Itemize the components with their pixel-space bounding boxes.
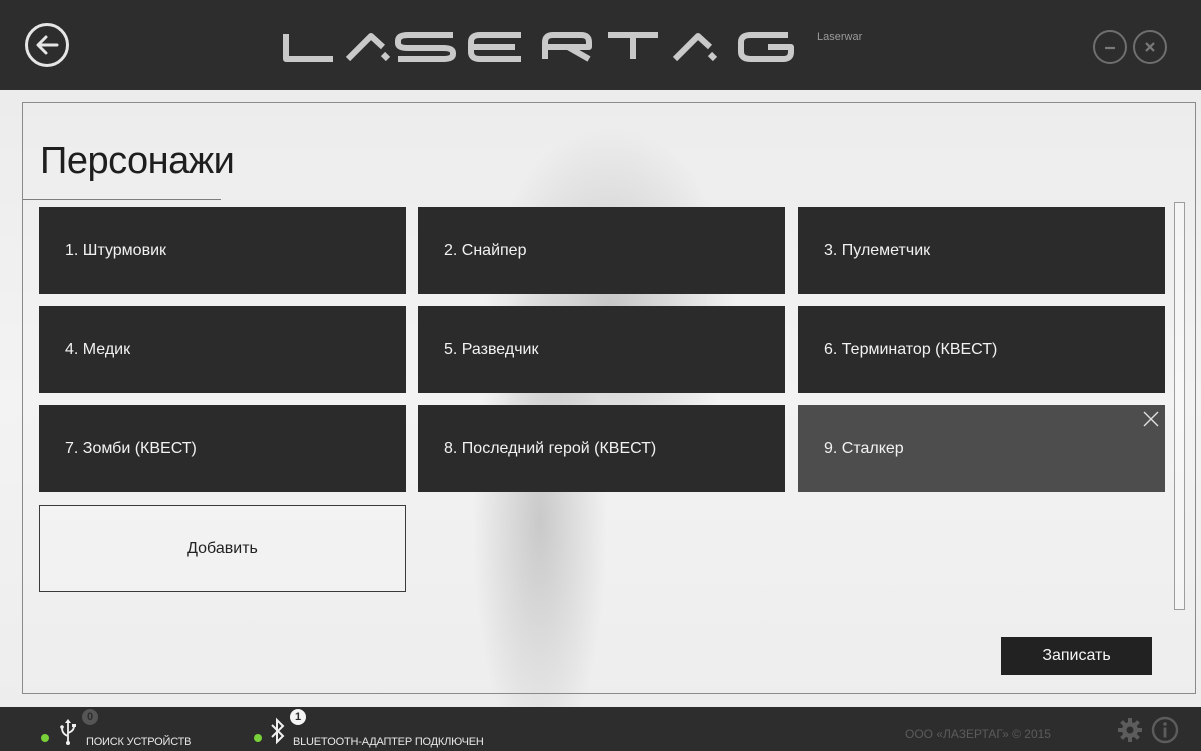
minimize-button[interactable] xyxy=(1093,30,1127,64)
character-label: 4. Медик xyxy=(65,340,131,358)
close-icon xyxy=(1143,411,1159,427)
character-card[interactable]: 7. Зомби (КВЕСТ) xyxy=(39,405,406,492)
main-content: Персонажи 1. Штурмовик 2. Снайпер 3. Пул… xyxy=(0,90,1201,707)
close-button[interactable] xyxy=(1133,30,1167,64)
character-label: 2. Снайпер xyxy=(444,241,527,259)
usb-status-text: ПОИСК УСТРОЙСТВ xyxy=(86,736,192,748)
character-label: 3. Пулеметчик xyxy=(824,241,931,259)
minimize-icon xyxy=(1105,46,1115,50)
copyright-text: ООО «ЛАЗЕРТАГ» © 2015 xyxy=(905,727,1051,741)
title-bar: Laserwar xyxy=(0,0,1201,90)
page-title: Персонажи xyxy=(40,140,235,182)
bluetooth-status-text: BLUETOOTH-АДАПТЕР ПОДКЛЮЧЕН xyxy=(293,736,484,748)
character-card-selected[interactable]: 9. Сталкер xyxy=(798,405,1165,492)
settings-button[interactable] xyxy=(1117,717,1143,748)
character-label: 5. Разведчик xyxy=(444,340,539,358)
usb-device-count-badge: 0 xyxy=(82,709,98,725)
character-card[interactable]: 1. Штурмовик xyxy=(39,207,406,294)
character-card[interactable]: 5. Разведчик xyxy=(418,306,785,393)
status-bar: 0 ПОИСК УСТРОЙСТВ 1 BLUETOOTH-АДАПТЕР ПО… xyxy=(0,707,1201,751)
character-card[interactable]: 6. Терминатор (КВЕСТ) xyxy=(798,306,1165,393)
delete-character-button[interactable] xyxy=(1143,411,1159,427)
vertical-scrollbar[interactable] xyxy=(1174,202,1185,610)
character-label: 7. Зомби (КВЕСТ) xyxy=(65,439,197,457)
bluetooth-status-dot xyxy=(254,734,262,742)
usb-status-dot xyxy=(41,734,49,742)
gear-icon xyxy=(1118,718,1142,742)
bluetooth-count-badge: 1 xyxy=(290,709,306,725)
close-icon xyxy=(1145,42,1155,52)
character-card[interactable]: 4. Медик xyxy=(39,306,406,393)
save-button[interactable]: Записать xyxy=(1001,637,1152,675)
info-button[interactable] xyxy=(1151,716,1179,749)
character-label: 6. Терминатор (КВЕСТ) xyxy=(824,340,998,358)
back-button[interactable] xyxy=(25,23,69,67)
characters-panel: Персонажи 1. Штурмовик 2. Снайпер 3. Пул… xyxy=(22,102,1196,694)
title-divider xyxy=(23,199,221,200)
app-logo xyxy=(283,32,813,67)
info-icon xyxy=(1151,716,1179,744)
back-arrow-icon xyxy=(36,35,59,55)
character-label: 9. Сталкер xyxy=(824,439,904,457)
usb-icon xyxy=(60,719,76,745)
character-label: 1. Штурмовик xyxy=(65,241,167,259)
character-card[interactable]: 3. Пулеметчик xyxy=(798,207,1165,294)
add-character-button[interactable]: Добавить xyxy=(39,505,406,592)
character-card[interactable]: 2. Снайпер xyxy=(418,207,785,294)
bluetooth-icon xyxy=(271,717,285,745)
character-card[interactable]: 8. Последний герой (КВЕСТ) xyxy=(418,405,785,492)
character-label: 8. Последний герой (КВЕСТ) xyxy=(444,439,657,457)
logo-subtitle: Laserwar xyxy=(817,31,863,43)
